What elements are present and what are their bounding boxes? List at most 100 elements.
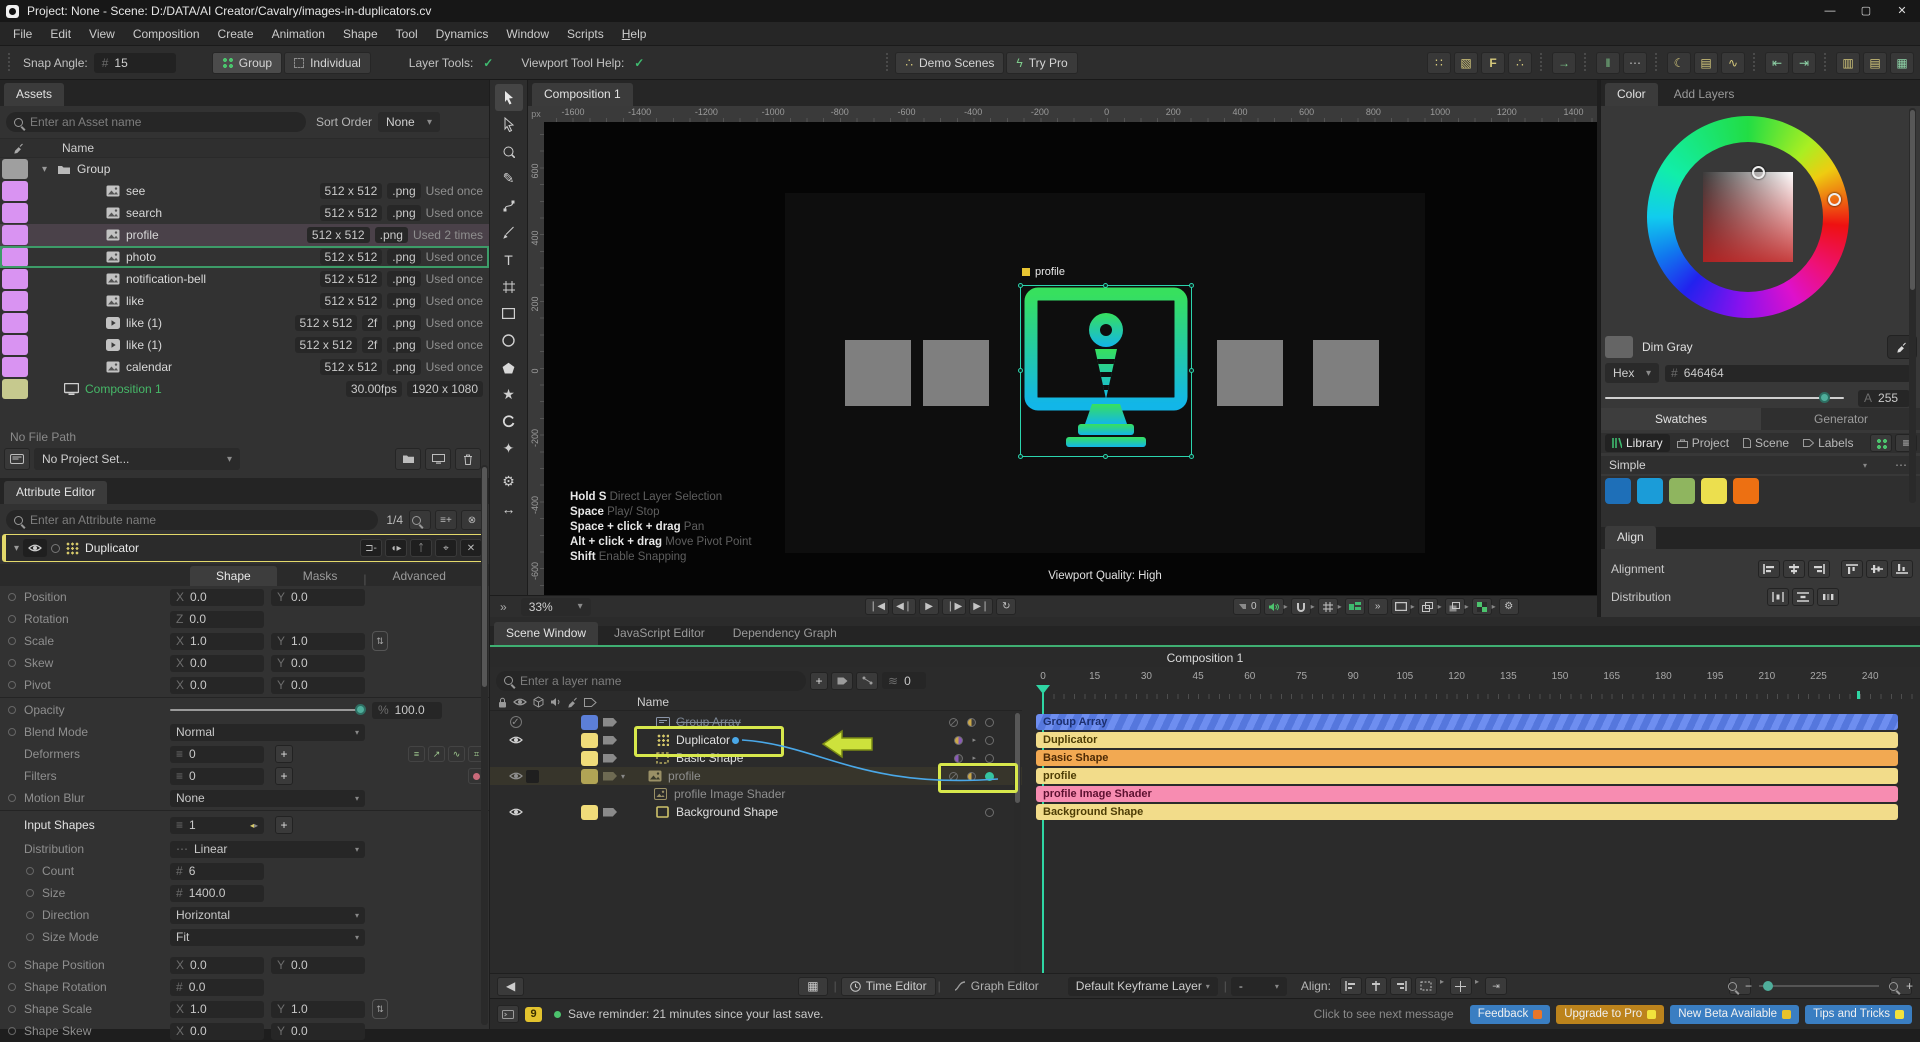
more-icon[interactable]: ⋯ xyxy=(1623,51,1647,74)
compare-icon[interactable]: ⌖ xyxy=(435,539,457,557)
arrow-right-icon[interactable]: → xyxy=(1552,51,1576,74)
add-filter-button[interactable]: + xyxy=(275,767,293,785)
timeline-zoom-slider[interactable] xyxy=(1759,981,1879,991)
duplicated-image[interactable] xyxy=(845,340,911,406)
duplicated-image[interactable] xyxy=(1313,340,1379,406)
project-set-select[interactable]: No Project Set... ▾ xyxy=(34,448,240,470)
collapse-left-button[interactable]: ◀ xyxy=(497,976,525,996)
demo-scenes-button[interactable]: ∴ Demo Scenes xyxy=(895,51,1005,74)
sort-order-select[interactable]: None ▾ xyxy=(378,112,441,132)
tab-attribute-editor[interactable]: Attribute Editor xyxy=(4,481,108,504)
copy-layers-icon[interactable] xyxy=(1444,598,1465,615)
asset-row-see[interactable]: see 512 x 512 .png Used once xyxy=(0,180,489,202)
guides-icon[interactable] xyxy=(1344,598,1365,615)
distribution-select[interactable]: ⋯ Linear ▾ xyxy=(170,840,365,858)
color-format-select[interactable]: Hex ▾ xyxy=(1605,363,1659,383)
tag-icon[interactable] xyxy=(603,771,617,781)
loop-button[interactable]: ↻ xyxy=(996,598,1017,615)
shape-rotation-field[interactable]: #0.0 xyxy=(170,978,264,996)
collapse-caret-icon[interactable]: ▾ xyxy=(14,543,19,554)
columns-icon[interactable]: ▥ xyxy=(1836,51,1860,74)
align-center-h-button[interactable] xyxy=(1783,560,1805,578)
kf-snap-button[interactable] xyxy=(1449,977,1472,995)
shape-scale-y-field[interactable]: Y 1.0 xyxy=(271,1000,365,1018)
sparkle-tool[interactable]: ✦ xyxy=(495,435,523,462)
timeline-bar-duplicator[interactable]: Duplicator xyxy=(1036,732,1898,748)
next-frame-button[interactable]: ❘▶ xyxy=(942,598,967,615)
collapse-caret-icon[interactable]: ▾ xyxy=(621,772,625,781)
tab-composition-1[interactable]: Composition 1 xyxy=(532,83,633,106)
expand-tools-icon[interactable]: ↔ xyxy=(495,495,523,522)
render-check-icon[interactable]: ✓ xyxy=(507,714,524,730)
keyframe-bullet[interactable] xyxy=(8,983,16,991)
direct-select-tool[interactable] xyxy=(495,111,523,138)
rectangle-tool[interactable] xyxy=(495,300,523,327)
count-field[interactable]: #6 xyxy=(170,862,264,880)
blend-mode-select[interactable]: Normal ▾ xyxy=(170,723,365,741)
tab-javascript-editor[interactable]: JavaScript Editor xyxy=(602,622,717,645)
pan-tool[interactable] xyxy=(495,138,523,165)
color-swatch[interactable] xyxy=(1605,478,1631,504)
timeline-bar-basic-shape[interactable]: Basic Shape xyxy=(1036,750,1898,766)
keyframe-bullet[interactable] xyxy=(8,1027,16,1035)
feedback-button[interactable]: Feedback xyxy=(1469,1004,1551,1024)
render-toggle[interactable] xyxy=(524,768,541,784)
tab-scene-window[interactable]: Scene Window xyxy=(494,622,599,645)
half-dot[interactable] xyxy=(967,717,976,727)
work-area-end-marker[interactable] xyxy=(1857,691,1860,699)
keyframe-bullet[interactable] xyxy=(8,593,16,601)
layer-color-chip[interactable] xyxy=(581,804,598,820)
zoom-out-icon[interactable]: − xyxy=(1728,977,1752,995)
collapse-caret-icon[interactable]: ▾ xyxy=(42,164,47,175)
asset-row-notification-bell[interactable]: notification-bell 512 x 512 .png Used once xyxy=(0,268,489,290)
alpha-slider-handle[interactable] xyxy=(1819,392,1830,403)
loop-icon[interactable]: ∿ xyxy=(448,746,465,762)
swatch-source-project[interactable]: Project xyxy=(1670,434,1736,452)
half-dot[interactable] xyxy=(954,753,964,763)
tips-and-tricks-button[interactable]: Tips and Tricks xyxy=(1805,1004,1912,1024)
close-node-icon[interactable]: ✕ xyxy=(460,539,482,557)
knife-tool[interactable] xyxy=(495,219,523,246)
viewport-canvas[interactable]: profile Hold S Direct Layer Selection Spa… xyxy=(544,122,1597,595)
layer-color-chip[interactable] xyxy=(581,768,598,784)
asset-row-calendar[interactable]: calendar 512 x 512 .png Used once xyxy=(0,356,489,378)
asset-search-input[interactable]: Enter an Asset name xyxy=(6,112,306,132)
tag-icon[interactable] xyxy=(603,753,617,763)
viewport-tool-help-check-icon[interactable]: ✓ xyxy=(634,56,644,70)
duplicated-image[interactable] xyxy=(923,340,989,406)
dot[interactable] xyxy=(985,717,994,727)
keyframe-bullet[interactable] xyxy=(26,911,34,919)
layer-color-chip[interactable] xyxy=(581,714,598,730)
swatch-source-library[interactable]: Library xyxy=(1605,434,1670,452)
trash-button[interactable] xyxy=(455,448,481,470)
align-bottom-button[interactable] xyxy=(1891,560,1913,578)
swatch-source-labels[interactable]: Labels xyxy=(1796,434,1860,452)
graph-editor-button[interactable]: Graph Editor xyxy=(945,977,1048,996)
menu-item-dynamics[interactable]: Dynamics xyxy=(427,22,498,46)
hue-handle[interactable] xyxy=(1828,193,1841,206)
screen-icon[interactable] xyxy=(1390,598,1411,615)
settings-tool[interactable]: ⚙ xyxy=(495,468,523,495)
color-panel-scrollbar[interactable] xyxy=(1909,108,1916,503)
kf-marquee-button[interactable] xyxy=(1414,977,1437,995)
crescent-icon[interactable]: ☾ xyxy=(1667,51,1691,74)
distribute-spacing-button[interactable] xyxy=(1817,588,1839,606)
group-mode-button[interactable]: Group xyxy=(211,51,283,74)
individual-mode-button[interactable]: Individual xyxy=(284,51,371,74)
asset-row-like-1b[interactable]: like (1) 512 x 512 2f .png Used once xyxy=(0,334,489,356)
reveal-button[interactable] xyxy=(425,448,451,470)
tab-shape[interactable]: Shape xyxy=(190,566,277,586)
dot[interactable] xyxy=(985,753,994,763)
zoom-in-icon[interactable]: + xyxy=(1889,977,1913,995)
tab-align[interactable]: Align xyxy=(1605,526,1656,549)
asset-color-chip[interactable] xyxy=(2,247,28,267)
saturation-value-square[interactable] xyxy=(1703,172,1793,262)
flag-counter[interactable]: 0 xyxy=(1233,598,1261,615)
open-folder-button[interactable] xyxy=(395,448,421,470)
playhead[interactable] xyxy=(1036,685,1050,701)
skew-y-field[interactable]: Y 0.0 xyxy=(271,654,365,672)
project-set-icon[interactable] xyxy=(4,448,30,470)
size-mode-select[interactable]: Fit ▾ xyxy=(170,928,365,946)
attribute-node-header[interactable]: ▾ Duplicator ⊐- ◖▸ ᛏ ⌖ ✕ xyxy=(2,534,487,562)
filter-count-field[interactable]: ≋ 0 xyxy=(882,672,926,689)
